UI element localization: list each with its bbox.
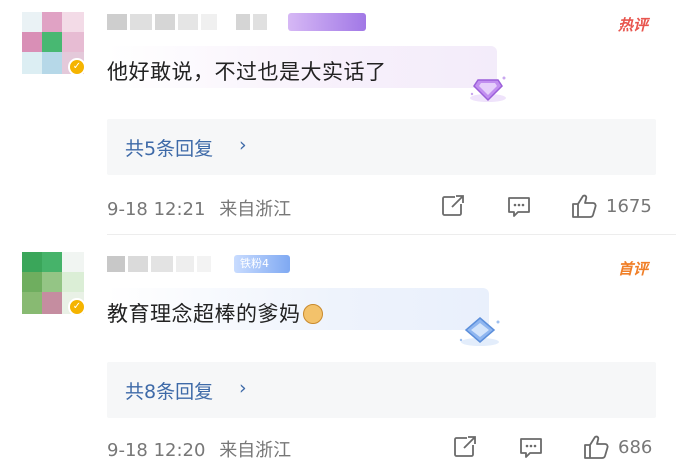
share-icon: [442, 195, 464, 216]
chevron-right-icon: ›: [239, 377, 247, 399]
chevron-right-icon: ›: [239, 134, 247, 156]
replies-label: 共8条回复: [125, 381, 214, 403]
diamond-badge-icon: [459, 317, 500, 346]
verified-icon: ✓: [68, 298, 86, 316]
view-replies-button[interactable]: 共8条回复 ›: [107, 362, 656, 418]
like-button[interactable]: 686: [582, 434, 652, 460]
comment-item: ✓ 热评 他好敢说，不过也是大实话了 共5条回复 › 9-18 12:21 来自…: [0, 0, 676, 236]
comment-location: 来自浙江: [219, 199, 292, 220]
share-icon: [454, 436, 476, 457]
comment-divider: [107, 234, 676, 235]
comment-text: 教育理念超棒的爹妈: [107, 298, 323, 328]
username[interactable]: 铁粉4: [107, 254, 290, 274]
first-comment-tag: 首评: [617, 260, 648, 278]
avatar[interactable]: ✓: [22, 12, 86, 76]
replies-label: 共5条回复: [125, 138, 214, 160]
comment-icon: [520, 438, 542, 458]
share-button[interactable]: [452, 434, 478, 460]
comment-item: ✓ 铁粉4 首评 教育理念超棒的爹妈 共8条回复 › 9-18 12:20 来自…: [0, 236, 676, 468]
comment-time: 9-18 12:21: [107, 199, 206, 220]
action-bar: 1675: [440, 193, 656, 219]
fan-badge: [288, 13, 366, 31]
comment-button[interactable]: [518, 434, 544, 460]
comment-time: 9-18 12:20: [107, 440, 206, 461]
action-bar: 686: [440, 434, 656, 460]
avatar[interactable]: ✓: [22, 252, 86, 316]
like-count: 1675: [606, 195, 652, 217]
comment-meta: 9-18 12:21 来自浙江: [107, 195, 291, 221]
view-replies-button[interactable]: 共5条回复 ›: [107, 119, 656, 175]
like-count: 686: [618, 436, 653, 458]
thumbs-up-icon: [584, 435, 609, 459]
username[interactable]: [107, 12, 366, 32]
hot-comment-tag: 热评: [617, 16, 648, 34]
emoji-icon: [302, 304, 323, 324]
verified-icon: ✓: [68, 58, 86, 76]
diamond-badge-icon: [470, 76, 506, 102]
thumbs-up-icon: [572, 194, 597, 218]
comment-location: 来自浙江: [219, 440, 292, 461]
like-button[interactable]: 1675: [570, 193, 652, 219]
comment-meta: 9-18 12:20 来自浙江: [107, 436, 291, 462]
fan-badge: 铁粉4: [234, 255, 290, 273]
share-button[interactable]: [440, 193, 466, 219]
comment-button[interactable]: [506, 193, 532, 219]
comment-text: 他好敢说，不过也是大实话了: [107, 60, 387, 84]
comment-icon: [508, 197, 530, 217]
